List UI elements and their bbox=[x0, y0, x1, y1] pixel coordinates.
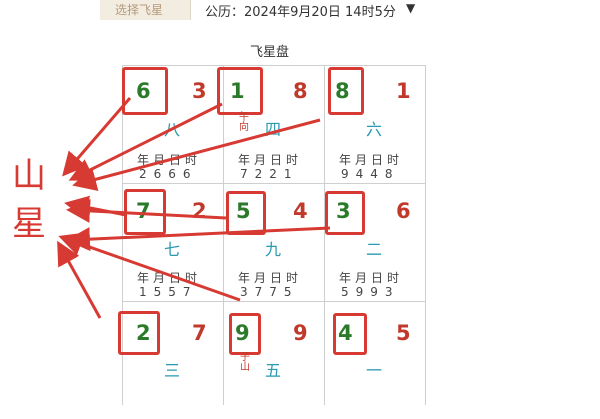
arrow bbox=[66, 198, 227, 223]
arrow bbox=[66, 226, 331, 252]
arrow bbox=[58, 232, 241, 302]
arrow bbox=[57, 240, 102, 319]
annotation-arrows bbox=[57, 97, 331, 319]
arrow bbox=[72, 118, 321, 191]
arrow bbox=[62, 97, 132, 177]
